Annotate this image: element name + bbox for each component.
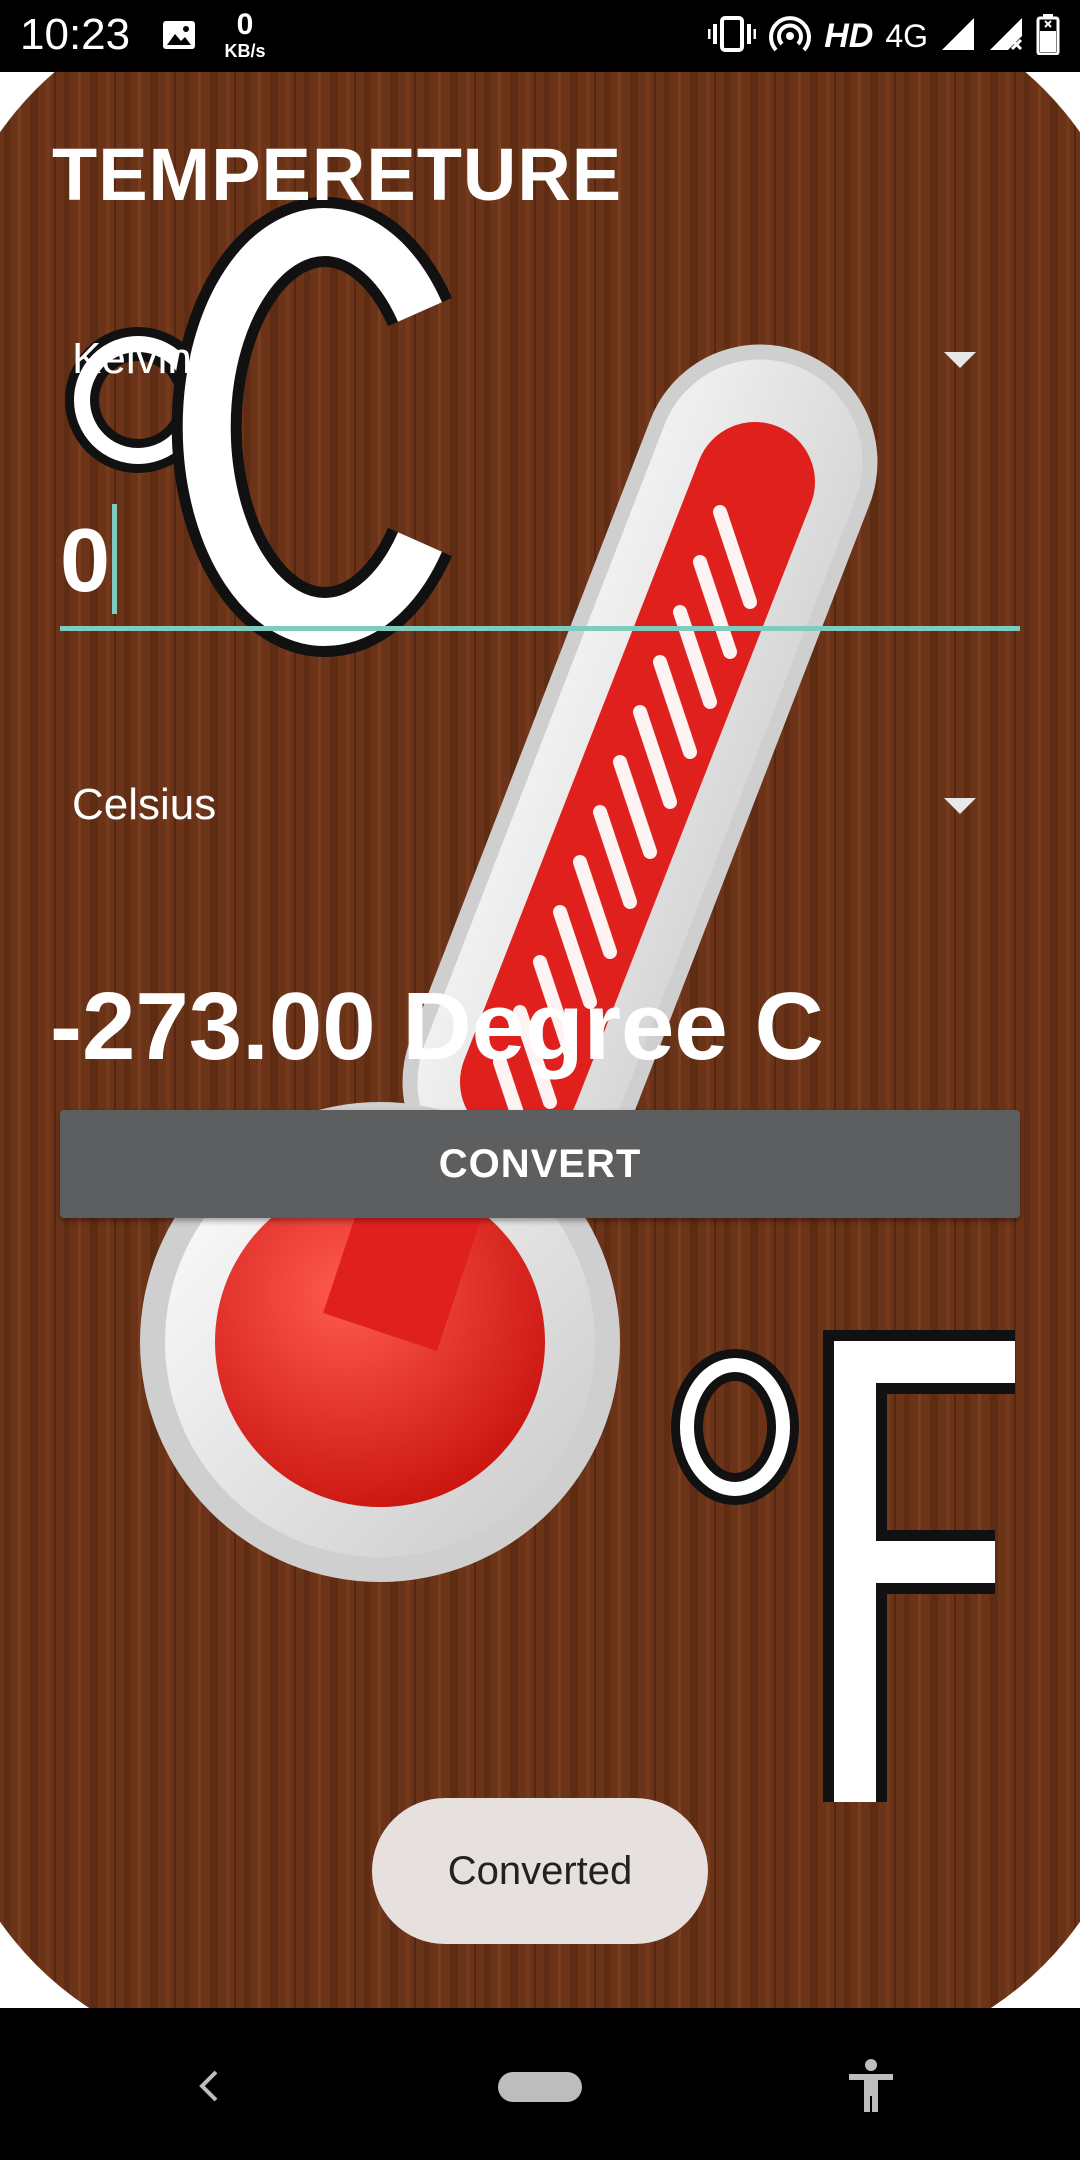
app-title: TEMPERETURE <box>52 133 623 216</box>
temperature-input[interactable] <box>60 496 1020 631</box>
signal-icon <box>940 16 976 57</box>
dropdown-arrow-icon <box>944 798 976 814</box>
conversion-result: -273.00 Degree C <box>50 973 824 1080</box>
network-speed-value: 0 <box>236 8 254 41</box>
vibrate-icon <box>707 14 757 59</box>
hd-label: HD <box>824 16 874 55</box>
accessibility-icon[interactable] <box>846 2058 896 2119</box>
dropdown-arrow-icon <box>944 352 976 368</box>
network-type-label: 4G <box>885 17 928 54</box>
screen: 10:23 0 KB/s HD 4G TEMPERETURE Kelvin 0 … <box>0 0 1080 2160</box>
back-icon[interactable] <box>190 2062 226 2115</box>
from-unit-value: Kelvin <box>72 334 192 383</box>
status-time: 10:23 <box>20 10 131 59</box>
text-cursor <box>112 504 117 614</box>
navigation-bar <box>0 2008 1080 2160</box>
network-speed: 0 KB/s <box>220 8 270 61</box>
to-unit-spinner[interactable]: Celsius <box>60 756 1000 856</box>
toast-message: Converted <box>372 1798 708 1944</box>
status-bar: 10:23 0 KB/s HD 4G <box>0 0 1080 72</box>
network-speed-unit: KB/s <box>224 41 266 61</box>
convert-button[interactable]: CONVERT <box>60 1110 1020 1218</box>
gallery-icon <box>162 20 196 55</box>
home-pill-icon[interactable] <box>498 2072 582 2102</box>
to-unit-value: Celsius <box>72 780 217 829</box>
battery-icon <box>1036 13 1060 60</box>
from-unit-spinner[interactable]: Kelvin <box>60 310 1000 410</box>
hotspot-icon <box>768 12 812 61</box>
temperature-input-container <box>60 496 1020 636</box>
status-icons: HD 4G <box>707 12 1060 61</box>
signal-no-data-icon <box>988 16 1024 57</box>
